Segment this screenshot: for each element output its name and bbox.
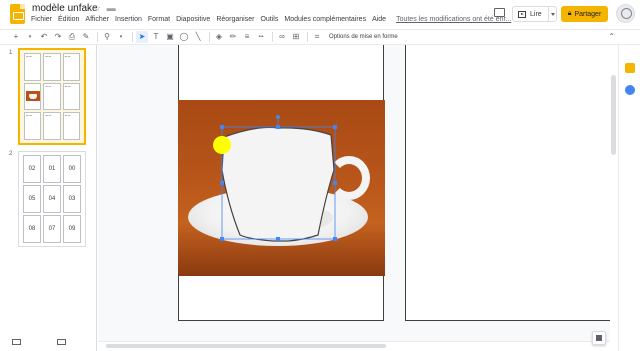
thumb-cell: ▬ ▬ bbox=[24, 53, 42, 81]
redo-icon[interactable]: ↷ bbox=[52, 31, 64, 43]
select-icon[interactable]: ➤ bbox=[136, 31, 148, 43]
textbox-icon[interactable]: T bbox=[150, 31, 162, 43]
document-title[interactable]: modèle unfake bbox=[32, 3, 98, 14]
account-avatar[interactable] bbox=[616, 4, 635, 23]
menu-edition[interactable]: Édition bbox=[58, 16, 79, 23]
thumb-cell-label: 00 bbox=[63, 155, 81, 183]
menu-aide[interactable]: Aide bbox=[372, 16, 386, 23]
horizontal-scrollbar[interactable] bbox=[98, 341, 610, 351]
selection-overlay bbox=[213, 115, 337, 242]
keep-icon[interactable] bbox=[625, 63, 635, 73]
comments-icon[interactable] bbox=[494, 8, 505, 17]
slides-logo-icon[interactable] bbox=[10, 4, 25, 24]
lock-icon: 🔒︎ bbox=[567, 10, 572, 17]
menu-outils[interactable]: Outils bbox=[260, 16, 278, 23]
toolbar: + ▾ ↶ ↷ ⎙ ✎ ⚲ ▾ ➤ T ▣ ◯ ╲ ◈ ✏ ≡ ┅ ∞ ⊞ ⌗ … bbox=[0, 29, 640, 45]
cup-shape[interactable] bbox=[221, 126, 335, 242]
thumb-cell-label: 02 bbox=[23, 155, 41, 183]
slide-number: 2 bbox=[9, 151, 13, 157]
rotate-handle[interactable] bbox=[276, 115, 280, 119]
share-label: Partager bbox=[574, 10, 602, 18]
top-bar: modèle unfake ☆ ▬ Fichier Édition Affich… bbox=[0, 0, 640, 29]
slide-thumbnail-1[interactable]: ▬ ▬ ▬ ▬ ▬ ▬ ▬ ▬ ▬ ▬ ▬ ▬ ▬ ▬ ▬ ▬ bbox=[18, 48, 86, 145]
menu-bar: Fichier Édition Afficher Insertion Forma… bbox=[31, 16, 511, 23]
folder-icon[interactable]: ▬ bbox=[107, 3, 116, 13]
filmstrip-view-controls bbox=[12, 339, 66, 345]
resize-handle[interactable] bbox=[333, 237, 337, 241]
coffee-cup-thumbnail bbox=[25, 91, 40, 102]
yellow-marker[interactable] bbox=[213, 136, 231, 154]
zoom-chevron-icon[interactable]: ▾ bbox=[115, 31, 127, 43]
grid-view-icon[interactable] bbox=[57, 339, 66, 345]
thumb-cell: ▬ ▬ bbox=[62, 112, 80, 140]
title-actions: ☆ ▬ bbox=[93, 3, 116, 14]
crop-icon[interactable]: ⌗ bbox=[311, 31, 323, 43]
format-options-button[interactable]: Options de mise en forme bbox=[329, 34, 398, 40]
border-color-icon[interactable]: ✏ bbox=[227, 31, 239, 43]
star-icon[interactable]: ☆ bbox=[93, 3, 101, 13]
thumb-cell: ▬ ▬ bbox=[24, 112, 42, 140]
thumb-cell: ▬ ▬ bbox=[62, 53, 80, 81]
present-label: Lire bbox=[530, 10, 542, 18]
menu-afficher[interactable]: Afficher bbox=[85, 16, 109, 23]
line-icon[interactable]: ╲ bbox=[192, 31, 204, 43]
thumb-cell: ▬ ▬ bbox=[43, 112, 61, 140]
share-button[interactable]: 🔒︎ Partager bbox=[561, 6, 608, 22]
thumb-cell-label: 08 bbox=[23, 215, 41, 243]
thumb-cell-label: 09 bbox=[63, 215, 81, 243]
thumb-cell: ▬ ▬ bbox=[43, 53, 61, 81]
filmstrip: 1 ▬ ▬ ▬ ▬ ▬ ▬ ▬ ▬ ▬ ▬ ▬ ▬ ▬ ▬ ▬ ▬ 2 02 0… bbox=[0, 45, 97, 351]
thumb-cell-label: 07 bbox=[43, 215, 61, 243]
thumb-cell-label: 03 bbox=[63, 185, 81, 213]
slide-thumbnail-2[interactable]: 02 01 00 05 04 03 08 07 09 bbox=[18, 151, 86, 247]
link-icon[interactable]: ∞ bbox=[276, 31, 288, 43]
new-slide-chevron-icon[interactable]: ▾ bbox=[24, 31, 36, 43]
paint-format-icon[interactable]: ✎ bbox=[80, 31, 92, 43]
zoom-icon[interactable]: ⚲ bbox=[101, 31, 113, 43]
slide-number: 1 bbox=[9, 50, 13, 56]
present-options-chevron-icon[interactable] bbox=[551, 13, 555, 16]
resize-handle[interactable] bbox=[276, 237, 280, 241]
menu-insertion[interactable]: Insertion bbox=[115, 16, 142, 23]
fill-color-icon[interactable]: ◈ bbox=[213, 31, 225, 43]
resize-handle[interactable] bbox=[333, 181, 337, 185]
resize-handle[interactable] bbox=[220, 125, 224, 129]
undo-icon[interactable]: ↶ bbox=[38, 31, 50, 43]
thumb-cell: ▬ ▬ bbox=[43, 82, 61, 111]
image-icon[interactable]: ▣ bbox=[164, 31, 176, 43]
vertical-scrollbar[interactable] bbox=[610, 45, 618, 341]
resize-handle[interactable] bbox=[220, 181, 224, 185]
resize-handle[interactable] bbox=[220, 237, 224, 241]
thumb-cell-label: 05 bbox=[23, 185, 41, 213]
border-weight-icon[interactable]: ≡ bbox=[241, 31, 253, 43]
present-icon bbox=[518, 10, 526, 18]
thumb-cell: ▬ ▬ bbox=[62, 82, 80, 111]
menu-format[interactable]: Format bbox=[148, 16, 170, 23]
resize-handle[interactable] bbox=[333, 125, 337, 129]
present-button[interactable]: Lire bbox=[512, 6, 557, 22]
tasks-icon[interactable] bbox=[625, 85, 635, 95]
side-panel bbox=[618, 45, 640, 351]
explore-button[interactable] bbox=[592, 331, 606, 345]
slide-canvas[interactable] bbox=[98, 45, 610, 341]
print-icon[interactable]: ⎙ bbox=[66, 31, 78, 43]
save-status[interactable]: Toutes les modifications ont été enr... bbox=[396, 16, 511, 23]
thumb-cell-label: 01 bbox=[43, 155, 61, 183]
collapse-toolbar-icon[interactable]: ⌃ bbox=[608, 32, 615, 41]
menu-fichier[interactable]: Fichier bbox=[31, 16, 52, 23]
menu-modules[interactable]: Modules complémentaires bbox=[284, 16, 366, 23]
menu-reorganiser[interactable]: Réorganiser bbox=[216, 16, 254, 23]
comment-add-icon[interactable]: ⊞ bbox=[290, 31, 302, 43]
list-view-icon[interactable] bbox=[12, 339, 21, 345]
new-slide-icon[interactable]: + bbox=[10, 31, 22, 43]
thumb-cell-label: 04 bbox=[43, 185, 61, 213]
border-dash-icon[interactable]: ┅ bbox=[255, 31, 267, 43]
resize-handle[interactable] bbox=[276, 125, 280, 129]
shape-icon[interactable]: ◯ bbox=[178, 31, 190, 43]
thumb-cell bbox=[24, 82, 42, 111]
menu-diapositive[interactable]: Diapositive bbox=[176, 16, 210, 23]
